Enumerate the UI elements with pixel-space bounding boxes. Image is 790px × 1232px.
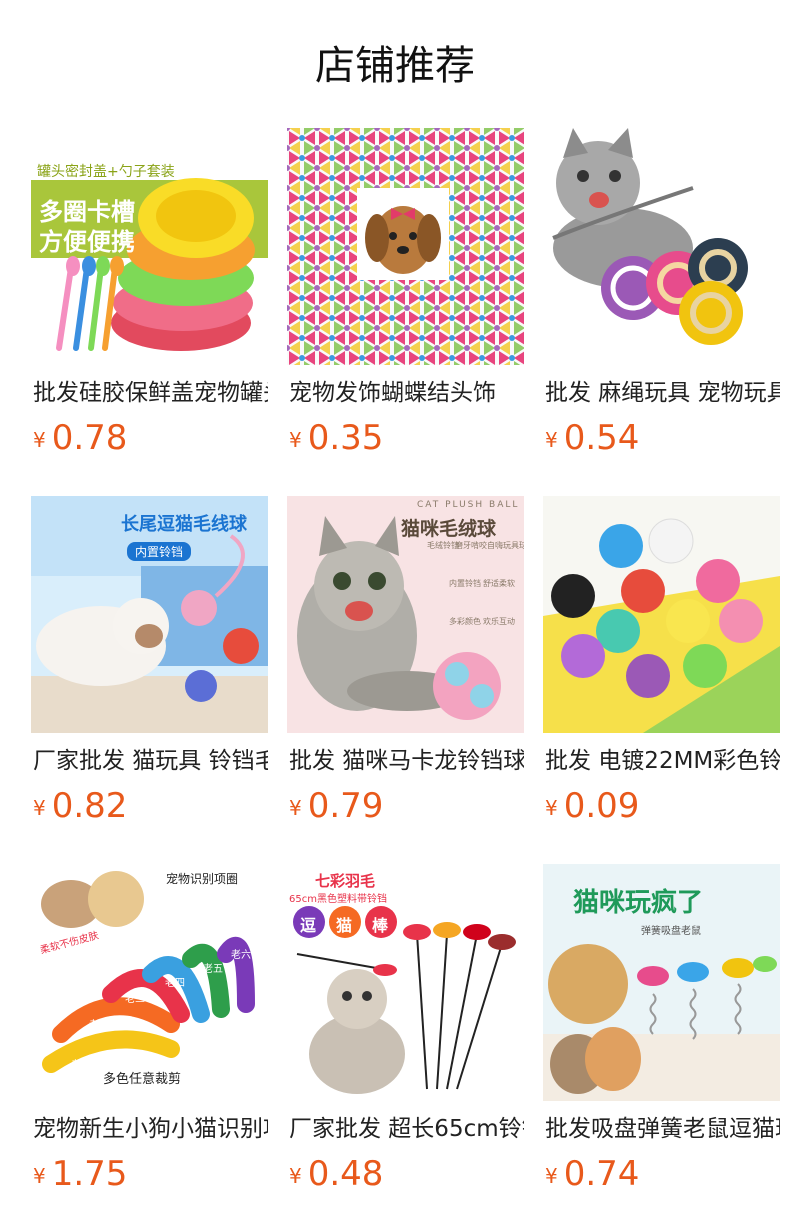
product-image-caption: 舒适柔软	[483, 579, 515, 588]
price-value: 0.79	[307, 786, 384, 826]
product-image-caption: 老五	[203, 964, 223, 975]
currency-symbol: ¥	[33, 428, 46, 452]
product-image-caption: 老六	[231, 950, 251, 961]
product-card[interactable]: 七彩羽毛 65cm黑色塑料带铃铛 逗 猫 棒 厂家批发 超长65cm铃铛逗猫棒 …	[287, 864, 524, 1194]
product-card[interactable]: 宠物发饰蝴蝶结头饰 ¥0.35	[287, 128, 524, 458]
product-image-caption: CAT PLUSH BALL	[417, 500, 520, 510]
product-image-caption: 方便便携	[39, 228, 135, 256]
product-name[interactable]: 批发 电镀22MM彩色铃铛	[545, 744, 780, 778]
product-price: ¥0.09	[545, 786, 639, 832]
product-card[interactable]: 批发 麻绳玩具 宠物玩具 ¥0.54	[543, 128, 780, 458]
product-price: ¥0.48	[289, 1154, 383, 1200]
price-value: 0.74	[563, 1154, 640, 1194]
currency-symbol: ¥	[33, 796, 46, 820]
product-card[interactable]: 罐头密封盖+勺子套装 多圈卡槽 方便便携 批发硅胶保鲜盖宠物罐头盖 ¥0.78	[31, 128, 268, 458]
product-image-caption: 弹簧吸盘老鼠	[641, 926, 701, 937]
product-image[interactable]: 罐头密封盖+勺子套装 多圈卡槽 方便便携	[31, 128, 268, 365]
product-name[interactable]: 批发吸盘弹簧老鼠逗猫玩具	[545, 1112, 780, 1146]
product-image-caption: 棒	[372, 916, 389, 935]
currency-symbol: ¥	[545, 1164, 558, 1188]
product-name[interactable]: 厂家批发 超长65cm铃铛逗猫棒	[289, 1112, 524, 1146]
product-image[interactable]: 宠物识别项圈 柔软不伤皮肤 老大 老二 老三 老四 老五 老六 多色任意裁剪	[31, 864, 268, 1101]
price-value: 0.78	[51, 418, 128, 458]
currency-symbol: ¥	[545, 796, 558, 820]
currency-symbol: ¥	[289, 1164, 302, 1188]
product-image[interactable]: 猫咪玩疯了 弹簧吸盘老鼠	[543, 864, 780, 1101]
product-image[interactable]	[543, 128, 780, 365]
product-name[interactable]: 批发 麻绳玩具 宠物玩具	[545, 376, 780, 410]
product-image-caption: 欢乐互动	[483, 617, 515, 626]
product-image[interactable]: 长尾逗猫毛线球 内置铃铛	[31, 496, 268, 733]
product-image-caption: 65cm黑色塑料带铃铛	[289, 894, 387, 905]
product-image-caption: 七彩羽毛	[315, 872, 376, 890]
product-image-caption: 老四	[165, 978, 185, 989]
product-price: ¥0.78	[33, 418, 127, 464]
product-card[interactable]: 批发 电镀22MM彩色铃铛 ¥0.09	[543, 496, 780, 826]
product-image-caption: 逗	[300, 916, 317, 935]
product-image-caption: 内置铃铛	[127, 542, 192, 561]
product-image-caption: 多彩颜色	[449, 617, 481, 626]
product-name[interactable]: 宠物新生小狗小猫识别项圈	[33, 1112, 268, 1146]
currency-symbol: ¥	[33, 1164, 46, 1188]
product-image-caption: 内置铃铛	[449, 579, 481, 588]
product-name[interactable]: 厂家批发 猫玩具 铃铛毛线球	[33, 744, 268, 778]
product-image-caption: 磨牙啃咬自嗨玩具球	[455, 541, 524, 550]
product-image[interactable]: 七彩羽毛 65cm黑色塑料带铃铛 逗 猫 棒	[287, 864, 524, 1101]
section-title: 店铺推荐	[315, 43, 475, 89]
product-image-caption: 老三	[125, 994, 145, 1005]
price-value: 1.75	[51, 1154, 128, 1194]
price-value: 0.09	[563, 786, 640, 826]
product-image[interactable]	[287, 128, 524, 365]
price-value: 0.54	[563, 418, 640, 458]
product-card[interactable]: 宠物识别项圈 柔软不伤皮肤 老大 老二 老三 老四 老五 老六 多色任意裁剪 宠…	[31, 864, 268, 1194]
product-name[interactable]: 批发 猫咪马卡龙铃铛球	[289, 744, 524, 778]
product-price: ¥0.35	[289, 418, 383, 464]
product-image-caption: 猫	[336, 916, 353, 935]
product-name[interactable]: 宠物发饰蝴蝶结头饰	[289, 376, 524, 410]
product-image[interactable]: CAT PLUSH BALL 猫咪毛绒球 毛绒铃铛 磨牙啃咬自嗨玩具球 内置铃铛…	[287, 496, 524, 733]
product-price: ¥0.54	[545, 418, 639, 464]
price-value: 0.82	[51, 786, 128, 826]
product-price: ¥0.79	[289, 786, 383, 832]
price-value: 0.48	[307, 1154, 384, 1194]
product-image-caption: 猫咪毛绒球	[401, 518, 497, 540]
product-image-caption: 宠物识别项圈	[166, 872, 239, 886]
currency-symbol: ¥	[289, 428, 302, 452]
product-image-caption: 老大	[71, 1060, 91, 1071]
product-price: ¥0.74	[545, 1154, 639, 1200]
product-image-caption: 罐头密封盖+勺子套装	[37, 164, 175, 180]
product-price: ¥0.82	[33, 786, 127, 832]
product-price: ¥1.75	[33, 1154, 127, 1200]
product-image-caption: 长尾逗猫毛线球	[121, 514, 247, 535]
product-image-caption: 多色任意裁剪	[103, 1072, 182, 1087]
product-card[interactable]: CAT PLUSH BALL 猫咪毛绒球 毛绒铃铛 磨牙啃咬自嗨玩具球 内置铃铛…	[287, 496, 524, 826]
product-card[interactable]: 长尾逗猫毛线球 内置铃铛 厂家批发 猫玩具 铃铛毛线球 ¥0.82	[31, 496, 268, 826]
product-card[interactable]: 猫咪玩疯了 弹簧吸盘老鼠 批发吸盘弹簧老鼠逗猫玩具 ¥0.74	[543, 864, 780, 1194]
currency-symbol: ¥	[289, 796, 302, 820]
product-name[interactable]: 批发硅胶保鲜盖宠物罐头盖	[33, 376, 268, 410]
product-image-caption: 猫咪玩疯了	[573, 888, 704, 918]
currency-symbol: ¥	[545, 428, 558, 452]
product-image-caption: 老二	[89, 1020, 109, 1031]
product-image[interactable]	[543, 496, 780, 733]
price-value: 0.35	[307, 418, 384, 458]
